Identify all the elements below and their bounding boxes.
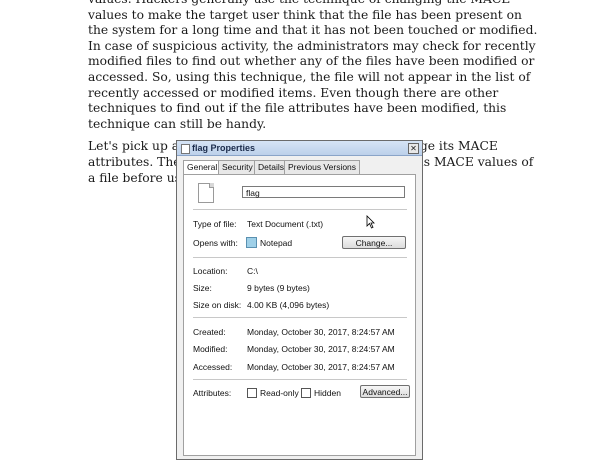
size-label: Size: bbox=[193, 283, 212, 293]
created-value: Monday, October 30, 2017, 8:24:57 AM bbox=[247, 327, 395, 337]
close-button[interactable]: ✕ bbox=[408, 143, 419, 154]
hidden-checkbox[interactable] bbox=[301, 388, 311, 398]
accessed-label: Accessed: bbox=[193, 362, 233, 372]
size-on-disk-value: 4.00 KB (4,096 bytes) bbox=[247, 300, 330, 310]
read-only-checkbox[interactable] bbox=[247, 388, 257, 398]
location-label: Location: bbox=[193, 266, 228, 276]
attributes-label: Attributes: bbox=[193, 388, 232, 398]
document-icon bbox=[198, 183, 214, 203]
modified-value: Monday, October 30, 2017, 8:24:57 AM bbox=[247, 344, 395, 354]
file-name-field[interactable]: flag bbox=[242, 186, 405, 198]
text-cursor-icon bbox=[366, 215, 375, 229]
document-icon bbox=[181, 144, 190, 154]
opens-with-value: Notepad bbox=[260, 238, 293, 248]
location-value: C:\ bbox=[247, 266, 258, 276]
created-label: Created: bbox=[193, 327, 226, 337]
tab-security[interactable]: Security bbox=[218, 160, 257, 174]
separator bbox=[193, 379, 407, 380]
separator bbox=[193, 257, 407, 258]
title-bar[interactable]: flag Properties ✕ bbox=[177, 141, 422, 156]
type-of-file-value: Text Document (.txt) bbox=[247, 219, 324, 229]
paragraph-mace-explanation: values. Hackers generally use the techni… bbox=[88, 0, 538, 131]
tab-previous-versions[interactable]: Previous Versions bbox=[284, 160, 361, 174]
change-button[interactable]: Change... bbox=[342, 236, 406, 249]
properties-dialog: flag Properties ✕ General Security Detai… bbox=[176, 140, 423, 460]
accessed-value: Monday, October 30, 2017, 8:24:57 AM bbox=[247, 362, 395, 372]
tab-details[interactable]: Details bbox=[254, 160, 288, 174]
hidden-label: Hidden bbox=[314, 388, 341, 398]
read-only-label: Read-only bbox=[260, 388, 299, 398]
separator bbox=[193, 317, 407, 318]
type-of-file-label: Type of file: bbox=[193, 219, 237, 229]
size-on-disk-label: Size on disk: bbox=[193, 300, 242, 310]
general-panel: flag Type of file: Text Document (.txt) … bbox=[183, 174, 416, 456]
dialog-title: flag Properties bbox=[192, 143, 256, 153]
tab-general[interactable]: General bbox=[183, 160, 222, 175]
notepad-icon bbox=[246, 237, 257, 248]
size-value: 9 bytes (9 bytes) bbox=[247, 283, 310, 293]
modified-label: Modified: bbox=[193, 344, 228, 354]
advanced-button[interactable]: Advanced... bbox=[360, 385, 410, 398]
opens-with-label: Opens with: bbox=[193, 238, 238, 248]
separator bbox=[193, 209, 407, 210]
